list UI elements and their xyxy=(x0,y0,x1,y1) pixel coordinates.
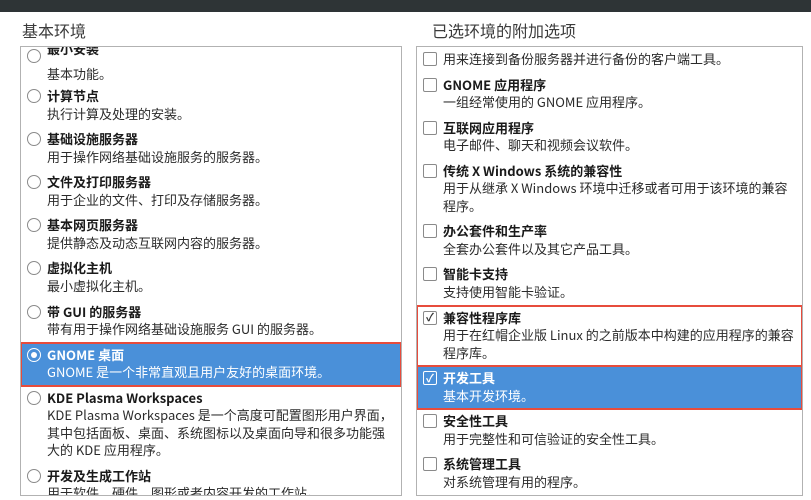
addon-option[interactable]: 传统 X Windows 系统的兼容性用于从继承 X Windows 环境中迁移… xyxy=(417,159,802,220)
env-option[interactable]: 计算节点执行计算及处理的安装。 xyxy=(21,84,401,127)
option-title: 文件及打印服务器 xyxy=(47,173,395,191)
option-desc: 一组经常使用的 GNOME 应用程序。 xyxy=(443,93,796,111)
radio-icon[interactable] xyxy=(27,89,41,103)
addon-option[interactable]: GNOME 应用程序一组经常使用的 GNOME 应用程序。 xyxy=(417,73,802,116)
option-desc: 用于完整性和可信验证的安全性工具。 xyxy=(443,430,796,448)
option-desc: 用于从继承 X Windows 环境中迁移或者可用于该环境的兼容程序。 xyxy=(443,179,796,214)
radio-icon[interactable] xyxy=(27,305,41,319)
addon-option[interactable]: 开发工具基本开发环境。 xyxy=(417,366,802,409)
option-desc: 用于在红帽企业版 Linux 的之前版本中构建的应用程序的兼容程序库。 xyxy=(443,326,796,361)
right-heading: 已选环境的附加选项 xyxy=(410,12,811,46)
option-title: 办公套件和生产率 xyxy=(443,222,796,240)
option-desc: 基本开发环境。 xyxy=(443,387,796,405)
radio-icon[interactable] xyxy=(27,49,41,63)
option-title: 互联网应用程序 xyxy=(443,119,796,137)
addon-option[interactable]: 智能卡支持支持使用智能卡验证。 xyxy=(417,262,802,305)
env-option[interactable]: 基础设施服务器用于操作网络基础设施服务的服务器。 xyxy=(21,127,401,170)
addon-option[interactable]: 系统管理工具对系统管理有用的程序。 xyxy=(417,452,802,495)
env-option[interactable]: 带 GUI 的服务器带有用于操作网络基础设施服务 GUI 的服务器。 xyxy=(21,300,401,343)
option-desc: 提供静态及动态互联网内容的服务器。 xyxy=(47,234,395,252)
option-desc: 用于软件、硬件、图形或者内容开发的工作站。 xyxy=(47,484,395,496)
addon-list: 用来连接到备份服务器并进行备份的客户端工具。 GNOME 应用程序一组经常使用的 … xyxy=(416,46,803,496)
checkbox-icon[interactable] xyxy=(423,52,437,66)
option-title: KDE Plasma Workspaces xyxy=(47,389,395,407)
option-title: 虚拟化主机 xyxy=(47,259,395,277)
env-option[interactable]: 文件及打印服务器用于企业的文件、打印及存储服务器。 xyxy=(21,170,401,213)
env-option[interactable]: 最小安装基本功能。 xyxy=(21,47,401,84)
radio-icon[interactable] xyxy=(27,348,41,362)
option-title: 安全性工具 xyxy=(443,412,796,430)
option-title: 最小安装 xyxy=(47,46,395,58)
option-desc: GNOME 是一个非常直观且用户友好的桌面环境。 xyxy=(47,363,395,381)
checkbox-icon[interactable] xyxy=(423,164,437,178)
checkbox-icon[interactable] xyxy=(423,78,437,92)
option-title: 计算节点 xyxy=(47,87,395,105)
option-desc: 用于操作网络基础设施服务的服务器。 xyxy=(47,148,395,166)
checkbox-icon[interactable] xyxy=(423,121,437,135)
option-desc: 支持使用智能卡验证。 xyxy=(443,283,796,301)
option-title: 开发及生成工作站 xyxy=(47,467,395,485)
radio-icon[interactable] xyxy=(27,469,41,483)
addon-option[interactable]: 用来连接到备份服务器并进行备份的客户端工具。 xyxy=(417,47,802,73)
checkbox-icon[interactable] xyxy=(423,267,437,281)
env-option[interactable]: GNOME 桌面GNOME 是一个非常直观且用户友好的桌面环境。 xyxy=(21,343,401,386)
base-env-list: 最小安装基本功能。计算节点执行计算及处理的安装。基础设施服务器用于操作网络基础设… xyxy=(20,46,402,496)
checkbox-icon[interactable] xyxy=(423,224,437,238)
option-title: 基础设施服务器 xyxy=(47,130,395,148)
option-desc: 执行计算及处理的安装。 xyxy=(47,105,395,123)
checkbox-icon[interactable] xyxy=(423,311,437,325)
addon-option[interactable]: 互联网应用程序电子邮件、聊天和视频会议软件。 xyxy=(417,116,802,159)
option-desc: 全套办公套件以及其它产品工具。 xyxy=(443,240,796,258)
radio-icon[interactable] xyxy=(27,391,41,405)
option-title: GNOME 桌面 xyxy=(47,346,395,364)
left-heading: 基本环境 xyxy=(0,12,404,46)
addon-option[interactable]: 办公套件和生产率全套办公套件以及其它产品工具。 xyxy=(417,219,802,262)
option-title: 开发工具 xyxy=(443,369,796,387)
checkbox-icon[interactable] xyxy=(423,457,437,471)
env-option[interactable]: 虚拟化主机最小虚拟化主机。 xyxy=(21,256,401,299)
option-desc: 对系统管理有用的程序。 xyxy=(443,473,796,491)
option-title: 传统 X Windows 系统的兼容性 xyxy=(443,162,796,180)
addon-option[interactable]: 兼容性程序库用于在红帽企业版 Linux 的之前版本中构建的应用程序的兼容程序库… xyxy=(417,306,802,367)
option-desc: KDE Plasma Workspaces 是一个高度可配置图形用户界面，其中包… xyxy=(47,406,395,459)
option-desc: 带有用于操作网络基础设施服务 GUI 的服务器。 xyxy=(47,320,395,338)
option-desc: 电子邮件、聊天和视频会议软件。 xyxy=(443,136,796,154)
option-title: 带 GUI 的服务器 xyxy=(47,303,395,321)
option-desc: 用来连接到备份服务器并进行备份的客户端工具。 xyxy=(443,50,796,68)
option-title: 智能卡支持 xyxy=(443,265,796,283)
option-desc: 基本功能。 xyxy=(47,65,395,83)
option-title: 基本网页服务器 xyxy=(47,216,395,234)
addon-option[interactable]: 安全性工具用于完整性和可信验证的安全性工具。 xyxy=(417,409,802,452)
radio-icon[interactable] xyxy=(27,218,41,232)
radio-icon[interactable] xyxy=(27,132,41,146)
window-titlebar xyxy=(0,0,811,12)
option-desc: 最小虚拟化主机。 xyxy=(47,277,395,295)
checkbox-icon[interactable] xyxy=(423,371,437,385)
option-title: 兼容性程序库 xyxy=(443,309,796,327)
env-option[interactable]: 开发及生成工作站用于软件、硬件、图形或者内容开发的工作站。 xyxy=(21,464,401,496)
radio-icon[interactable] xyxy=(27,261,41,275)
option-desc: 用于企业的文件、打印及存储服务器。 xyxy=(47,191,395,209)
option-title: GNOME 应用程序 xyxy=(443,76,796,94)
radio-icon[interactable] xyxy=(27,175,41,189)
checkbox-icon[interactable] xyxy=(423,414,437,428)
option-title: 系统管理工具 xyxy=(443,455,796,473)
env-option[interactable]: KDE Plasma WorkspacesKDE Plasma Workspac… xyxy=(21,386,401,464)
env-option[interactable]: 基本网页服务器提供静态及动态互联网内容的服务器。 xyxy=(21,213,401,256)
